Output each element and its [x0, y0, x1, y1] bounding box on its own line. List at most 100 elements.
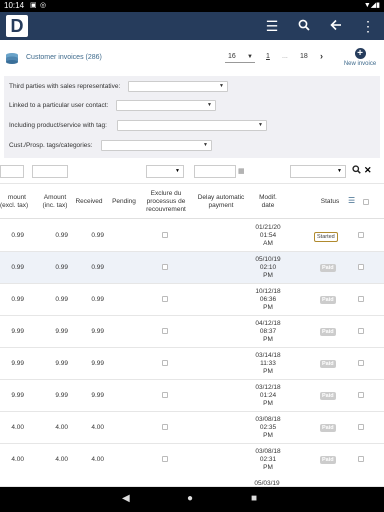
- table-row[interactable]: 9.99 9.99 9.99 03/12/18 01:24 PM Paid: [0, 380, 384, 412]
- row-modif-date: 10/12/18 06:36 PM: [255, 288, 281, 311]
- row-received: 9.99: [91, 360, 104, 367]
- row-modif-date: 04/12/18 08:37 PM: [255, 320, 281, 343]
- exclude-recovery-checkbox[interactable]: [162, 296, 168, 302]
- table-row[interactable]: 05/03/19: [0, 475, 384, 487]
- status-filter[interactable]: ▼: [290, 165, 346, 178]
- prosp-tag-label: Cust./Prosp. tags/categories:: [9, 142, 93, 149]
- row-select-checkbox[interactable]: [358, 392, 364, 398]
- row-amount-excl: 4.00: [11, 456, 24, 463]
- status-badge: Paid: [320, 264, 336, 272]
- row-modif-date: 03/14/18 11:33 PM: [255, 352, 281, 375]
- row-modif-date: 03/12/18 01:24 PM: [255, 384, 281, 407]
- app-bar: D ☰ ⋮: [0, 12, 384, 40]
- page-last-link[interactable]: 18: [300, 53, 308, 60]
- user-contact-select[interactable]: ▼: [116, 100, 216, 111]
- col-status[interactable]: Status: [314, 198, 346, 206]
- table-row[interactable]: 4.00 4.00 4.00 03/08/18 02:31 PM Paid: [0, 444, 384, 476]
- android-nav-bar: ◀ ● ■: [0, 487, 384, 512]
- table-row[interactable]: 0.99 0.99 0.99 01/21/20 01:54 AM Started: [0, 220, 384, 252]
- filter-search-icon[interactable]: [352, 165, 361, 176]
- menu-icon[interactable]: ☰: [262, 16, 282, 36]
- row-amount-incl: 9.99: [55, 360, 68, 367]
- page-size-select[interactable]: 16 ▼: [225, 51, 255, 63]
- more-vert-icon[interactable]: ⋮: [358, 16, 378, 36]
- row-modif-date: 05/10/19 02:10 PM: [255, 256, 281, 279]
- row-received: 0.99: [91, 296, 104, 303]
- table-row[interactable]: 9.99 9.99 9.99 04/12/18 08:37 PM Paid: [0, 316, 384, 348]
- product-tag-select[interactable]: ▼: [117, 120, 267, 131]
- product-tag-label: Including product/service with tag:: [9, 122, 107, 129]
- nav-back-icon[interactable]: ◀: [122, 493, 130, 504]
- row-select-checkbox[interactable]: [358, 296, 364, 302]
- exclude-recovery-filter[interactable]: ▼: [146, 165, 184, 178]
- row-select-checkbox[interactable]: [358, 360, 364, 366]
- col-pending[interactable]: Pending: [108, 198, 140, 206]
- app-logo: D: [6, 15, 28, 37]
- nav-recents-icon[interactable]: ■: [251, 493, 257, 504]
- sales-rep-label: Third parties with sales representative:: [9, 83, 121, 90]
- row-amount-excl: 0.99: [11, 296, 24, 303]
- signal-battery-icon: ▼◢▮: [363, 2, 380, 9]
- storage-icon: ▣: [30, 2, 37, 9]
- row-amount-incl: 0.99: [55, 232, 68, 239]
- new-invoice-label: New invoice: [343, 61, 377, 67]
- column-filter-row: ▼ ▦ ▼ ✕: [0, 160, 384, 184]
- status-badge: Paid: [320, 456, 336, 464]
- modif-date-filter[interactable]: [194, 165, 236, 178]
- table-row[interactable]: 9.99 9.99 9.99 03/14/18 11:33 PM Paid: [0, 348, 384, 380]
- chevron-down-icon: ▼: [219, 83, 224, 89]
- row-amount-incl: 9.99: [55, 328, 68, 335]
- row-select-checkbox[interactable]: [358, 264, 364, 270]
- row-select-checkbox[interactable]: [358, 232, 364, 238]
- row-select-checkbox[interactable]: [358, 328, 364, 334]
- row-amount-incl: 4.00: [55, 456, 68, 463]
- exclude-recovery-checkbox[interactable]: [162, 328, 168, 334]
- amount-incl-filter[interactable]: [32, 165, 68, 178]
- calendar-icon[interactable]: ▦: [238, 167, 245, 175]
- row-amount-incl: 4.00: [55, 424, 68, 431]
- col-exclude-recovery[interactable]: Exclure du processus de recouvrement: [140, 190, 192, 214]
- status-badge: Paid: [320, 328, 336, 336]
- col-amount-excl[interactable]: mount (excl. tax): [0, 194, 28, 210]
- invoice-stack-icon: [6, 53, 18, 64]
- column-list-icon[interactable]: ☰: [348, 197, 355, 205]
- exclude-recovery-checkbox[interactable]: [162, 360, 168, 366]
- exclude-recovery-checkbox[interactable]: [162, 392, 168, 398]
- row-select-checkbox[interactable]: [358, 424, 364, 430]
- row-amount-excl: 0.99: [11, 264, 24, 271]
- exclude-recovery-checkbox[interactable]: [162, 264, 168, 270]
- alert-icon: ◎: [40, 2, 47, 9]
- back-arrow-icon[interactable]: [326, 16, 346, 36]
- page-current-link[interactable]: 1: [266, 53, 270, 60]
- new-invoice-button[interactable]: + New invoice: [340, 48, 380, 67]
- next-page-icon[interactable]: ›: [320, 51, 323, 61]
- prosp-tag-select[interactable]: ▼: [101, 140, 212, 151]
- exclude-recovery-checkbox[interactable]: [162, 424, 168, 430]
- row-select-checkbox[interactable]: [358, 456, 364, 462]
- col-amount-incl[interactable]: Amount (inc. tax): [36, 194, 74, 210]
- table-row[interactable]: 0.99 0.99 0.99 10/12/18 06:36 PM Paid: [0, 284, 384, 316]
- select-all-checkbox[interactable]: [363, 199, 369, 205]
- status-time: 10:14: [4, 1, 25, 10]
- col-received[interactable]: Received: [72, 198, 106, 206]
- row-amount-excl: 4.00: [11, 424, 24, 431]
- row-received: 4.00: [91, 456, 104, 463]
- clear-filter-icon[interactable]: ✕: [364, 165, 372, 176]
- col-delay-payment[interactable]: Delay automatic payment: [190, 194, 252, 210]
- col-modif-date[interactable]: Modif. date: [248, 194, 288, 210]
- page-title: Customer invoices (286): [26, 54, 102, 61]
- table-row[interactable]: 4.00 4.00 4.00 03/08/18 02:35 PM Paid: [0, 412, 384, 444]
- search-icon[interactable]: [294, 16, 314, 36]
- chevron-down-icon: ▼: [337, 168, 342, 174]
- chevron-down-icon: ▼: [203, 142, 208, 148]
- table-row[interactable]: 0.99 0.99 0.99 05/10/19 02:10 PM Paid: [0, 252, 384, 284]
- status-badge: Paid: [320, 296, 336, 304]
- add-icon: +: [354, 48, 366, 59]
- nav-home-icon[interactable]: ●: [187, 493, 193, 504]
- chevron-down-icon: ▼: [247, 54, 253, 60]
- exclude-recovery-checkbox[interactable]: [162, 456, 168, 462]
- exclude-recovery-checkbox[interactable]: [162, 232, 168, 238]
- sales-rep-select[interactable]: ▼: [128, 81, 228, 92]
- row-modif-date: 01/21/20 01:54 AM: [255, 224, 281, 247]
- amount-excl-filter[interactable]: [0, 165, 24, 178]
